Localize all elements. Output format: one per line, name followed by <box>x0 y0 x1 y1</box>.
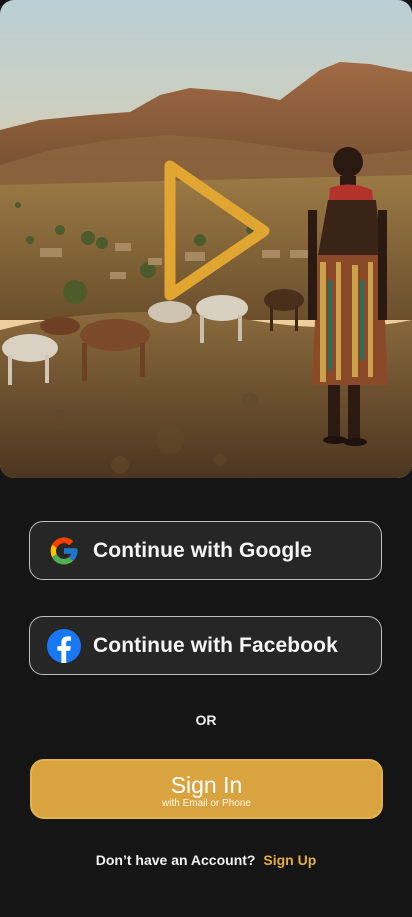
sign-in-label: Sign In <box>170 772 243 798</box>
sign-in-button[interactable]: Sign In with Email or Phone <box>30 759 383 819</box>
continue-with-google-button[interactable]: Continue with Google <box>29 521 382 580</box>
hero-image <box>0 0 412 478</box>
google-button-label: Continue with Google <box>93 538 312 562</box>
google-icon <box>47 534 81 568</box>
or-divider: OR <box>195 712 217 728</box>
play-video-button[interactable] <box>160 158 275 303</box>
signup-question: Don’t have an Account? <box>95 852 256 868</box>
sign-in-sublabel: with Email or Phone <box>162 798 251 809</box>
continue-with-facebook-button[interactable]: Continue with Facebook <box>29 616 382 675</box>
facebook-button-label: Continue with Facebook <box>93 633 338 657</box>
signup-prompt: Don’t have an Account? Sign Up <box>0 852 412 868</box>
sign-up-link[interactable]: Sign Up <box>263 852 316 868</box>
play-icon <box>164 160 270 301</box>
facebook-icon <box>47 628 81 663</box>
